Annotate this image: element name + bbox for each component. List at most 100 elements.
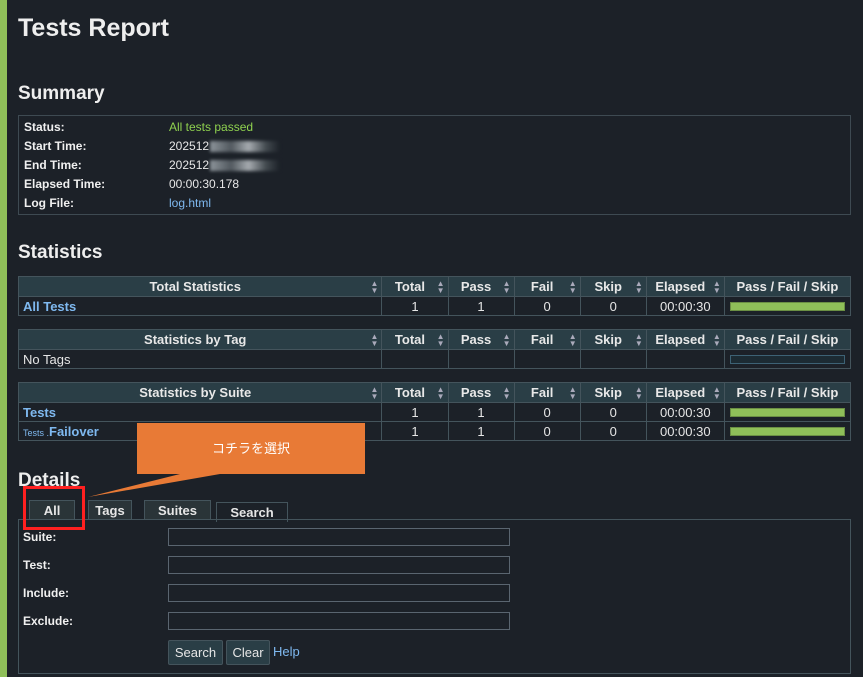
- test-input[interactable]: [168, 556, 510, 574]
- elapsed-cell: 00:00:30: [645, 402, 725, 422]
- field-label: Suite:: [23, 530, 57, 544]
- skip-cell: 0: [579, 402, 647, 422]
- fail-column-header[interactable]: Fail ▲ ▼: [513, 329, 581, 350]
- total-statistics-table: Total Statistics ▲ ▼ Total ▲ ▼ Pass ▲ ▼ Fail ▲ ▼…: [17, 276, 852, 316]
- elapsed-time-value: 00:00:30.178: [169, 177, 240, 191]
- redacted-blur: [210, 141, 281, 153]
- sort-icon: ▲ ▼: [634, 332, 643, 348]
- total-cell: 1: [381, 402, 449, 422]
- summary-label: Log File:: [24, 196, 74, 210]
- elapsed-column-header[interactable]: Elapsed ▲ ▼: [645, 382, 725, 403]
- sort-icon: ▲ ▼: [502, 332, 511, 348]
- left-accent-bar: [0, 0, 7, 677]
- skip-column-header[interactable]: Skip ▲ ▼: [579, 276, 647, 297]
- sort-icon: ▲ ▼: [436, 385, 445, 401]
- include-input[interactable]: [168, 584, 510, 602]
- skip-cell: 0: [579, 421, 647, 441]
- suite-statistics-header[interactable]: Statistics by Suite ▲ ▼: [17, 382, 383, 403]
- field-label: Exclude:: [23, 614, 74, 628]
- header-label: Fail: [530, 279, 554, 294]
- skip-column-header[interactable]: Skip ▲ ▼: [579, 382, 647, 403]
- sort-icon: ▲ ▼: [634, 385, 643, 401]
- skip-cell: 0: [579, 296, 647, 316]
- pass-cell: 1: [447, 296, 515, 316]
- sort-icon: ▲ ▼: [370, 385, 379, 401]
- total-column-header[interactable]: Total ▲ ▼: [381, 382, 449, 403]
- elapsed-cell: 00:00:30: [645, 421, 725, 441]
- ratio-cell: [723, 349, 852, 369]
- sort-icon: ▲ ▼: [712, 385, 721, 401]
- pass-cell: 1: [447, 402, 515, 422]
- tag-statistics-header[interactable]: Statistics by Tag ▲ ▼: [17, 329, 383, 350]
- sort-icon: ▲ ▼: [712, 279, 721, 295]
- header-label: Elapsed: [655, 279, 706, 294]
- clear-button[interactable]: Clear: [226, 640, 270, 665]
- elapsed-column-header[interactable]: Elapsed ▲ ▼: [645, 329, 725, 350]
- pass-column-header[interactable]: Pass ▲ ▼: [447, 276, 515, 297]
- header-label: Elapsed: [655, 385, 706, 400]
- tab-tags[interactable]: Tags: [88, 500, 132, 520]
- total-column-header[interactable]: Total ▲ ▼: [381, 276, 449, 297]
- pass-fail-skip-bar: [729, 407, 845, 417]
- header-label: Skip: [594, 385, 622, 400]
- pass-cell: 1: [447, 421, 515, 441]
- pass-column-header[interactable]: Pass ▲ ▼: [447, 382, 515, 403]
- row-name: No Tags: [17, 349, 383, 369]
- sort-icon: ▲ ▼: [502, 279, 511, 295]
- fail-column-header[interactable]: Fail ▲ ▼: [513, 276, 581, 297]
- total-statistics-header[interactable]: Total Statistics ▲ ▼: [17, 276, 383, 297]
- highlight-frame: [23, 486, 85, 530]
- pass-column-header[interactable]: Pass ▲ ▼: [447, 329, 515, 350]
- pass-fail-skip-bar: [729, 426, 845, 436]
- search-button[interactable]: Search: [168, 640, 223, 665]
- header-label: Skip: [594, 332, 622, 347]
- tab-suites[interactable]: Suites: [144, 500, 211, 520]
- search-panel: Suite: Test: Include: Exclude: Search Cl…: [18, 519, 851, 674]
- ratio-column-header: Pass / Fail / Skip: [723, 382, 852, 403]
- callout-box: コチラを選択: [137, 423, 365, 474]
- sort-icon: ▲ ▼: [370, 279, 379, 295]
- total-cell: 1: [381, 421, 449, 441]
- fail-cell: 0: [513, 296, 581, 316]
- all-tests-link[interactable]: All Tests: [23, 299, 76, 314]
- total-column-header[interactable]: Total ▲ ▼: [381, 329, 449, 350]
- help-link[interactable]: Help: [273, 644, 300, 659]
- sort-icon: ▲ ▼: [370, 332, 379, 348]
- start-time-text: 202512: [169, 139, 210, 153]
- row-name: Tests: [17, 402, 383, 422]
- header-label: Statistics by Tag: [144, 332, 247, 347]
- table-row: No Tags: [17, 349, 852, 369]
- skip-cell: [579, 349, 647, 369]
- summary-label: Status:: [24, 120, 65, 134]
- fail-cell: [513, 349, 581, 369]
- elapsed-column-header[interactable]: Elapsed ▲ ▼: [645, 276, 725, 297]
- pass-fail-skip-bar: [729, 301, 845, 311]
- header-label: Fail: [530, 385, 554, 400]
- sort-icon: ▲ ▼: [634, 279, 643, 295]
- sort-icon: ▲ ▼: [568, 332, 577, 348]
- header-label: Statistics by Suite: [139, 385, 252, 400]
- callout-arrow-shape: [88, 474, 220, 497]
- end-time-text: 202512: [169, 158, 210, 172]
- suite-name: Failover: [49, 423, 99, 439]
- statistics-heading: Statistics: [18, 242, 103, 263]
- suite-failover-link[interactable]: Tests .Failover: [23, 424, 99, 439]
- header-label: Total: [394, 279, 425, 294]
- redacted-blur: [210, 160, 281, 172]
- pass-cell: [447, 349, 515, 369]
- status-value: All tests passed: [169, 120, 254, 134]
- log-file-link[interactable]: log.html: [169, 194, 469, 213]
- field-label: Test:: [23, 558, 51, 572]
- fail-column-header[interactable]: Fail ▲ ▼: [513, 382, 581, 403]
- suite-input[interactable]: [168, 528, 510, 546]
- header-label: Pass: [460, 332, 492, 347]
- suite-tests-link[interactable]: Tests: [23, 405, 56, 420]
- header-label: Fail: [530, 332, 554, 347]
- ratio-column-header: Pass / Fail / Skip: [723, 329, 852, 350]
- sort-icon: ▲ ▼: [502, 385, 511, 401]
- total-cell: [381, 349, 449, 369]
- skip-column-header[interactable]: Skip ▲ ▼: [579, 329, 647, 350]
- ratio-cell: [723, 421, 852, 441]
- header-label: Pass: [460, 385, 492, 400]
- exclude-input[interactable]: [168, 612, 510, 630]
